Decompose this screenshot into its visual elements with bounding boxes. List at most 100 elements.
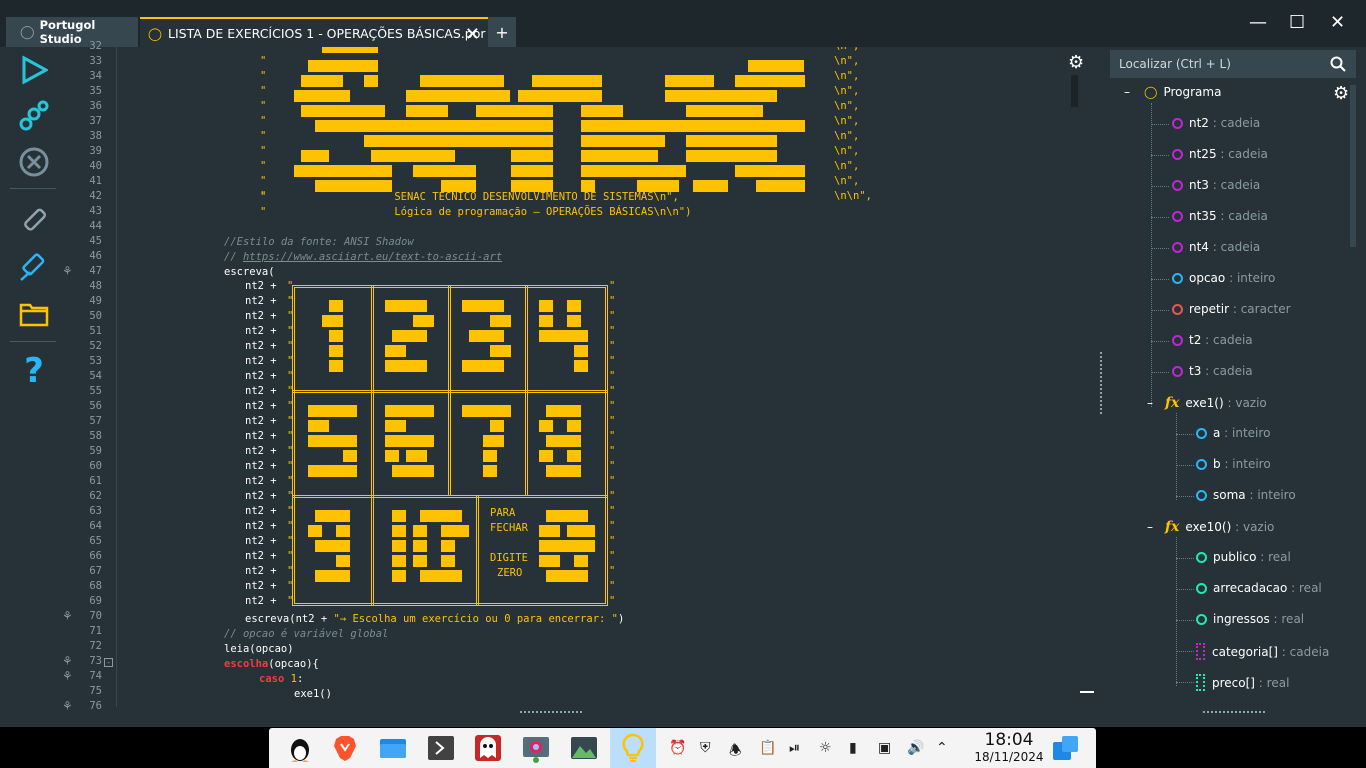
breakpoint-bug-icon[interactable]: ⚘ (62, 264, 73, 278)
vertical-splitter-handle[interactable] (1100, 352, 1102, 414)
linux-tux-icon[interactable] (285, 733, 315, 763)
new-tab-button[interactable]: + (488, 17, 516, 47)
step-button[interactable] (16, 98, 52, 134)
digit-art-block (539, 555, 560, 567)
breakpoint-bug-icon[interactable]: ⚘ (62, 609, 73, 623)
digit-art-block (406, 450, 427, 462)
outline-function[interactable]: – fx exe1() : vazio (1147, 395, 1267, 411)
left-toolbar: ? (0, 47, 60, 707)
clipboard-icon[interactable]: 📋 (759, 740, 776, 756)
outline-variable[interactable]: t2 : cadeia (1172, 333, 1253, 347)
item-separator: : (1225, 271, 1237, 285)
editor-settings-icon[interactable]: ⚙ (1068, 52, 1084, 73)
stop-icon (19, 147, 49, 177)
outline-splitter-handle[interactable] (1203, 711, 1265, 713)
line-number: 48 (89, 280, 102, 292)
outline-parameter[interactable]: publico : real (1196, 550, 1291, 564)
outline-variable[interactable]: nt2 : cadeia (1172, 116, 1260, 130)
usb-drive-icon[interactable]: ▮ (849, 740, 857, 756)
variable-icon (1172, 148, 1183, 160)
digit-art-block (462, 300, 504, 312)
banner-line-end: \n", (834, 130, 860, 142)
brightness-icon[interactable]: ☼ (819, 740, 832, 756)
screenshot-icon[interactable] (521, 733, 551, 763)
banner-art-block (665, 75, 714, 87)
shield-icon[interactable]: ⛨ (700, 740, 711, 756)
outline-variable[interactable]: repetir : caracter (1172, 302, 1291, 316)
network-icon[interactable]: ▣ (878, 740, 891, 756)
outline-variable[interactable]: t3 : cadeia (1172, 364, 1253, 378)
show-desktop-icon[interactable] (1051, 733, 1081, 763)
digit-art-block (490, 345, 511, 357)
outline-parameter[interactable]: soma : inteiro (1196, 488, 1296, 502)
outline-scrollbar[interactable] (1350, 85, 1356, 247)
line-number: 46 (89, 250, 102, 262)
terminal-icon[interactable] (426, 733, 456, 763)
maximize-button[interactable]: ☐ (1289, 12, 1305, 33)
tray-expand-icon[interactable]: ⌃ (936, 740, 948, 756)
breakpoint-bug-icon[interactable]: ⚘ (62, 654, 73, 668)
variable-icon (1196, 582, 1207, 594)
code-editor[interactable]: " \n", " \n", " \n", " \n", " \n", " \n", " \n", " \n",… (116, 47, 1076, 707)
fold-toggle-icon[interactable]: - (104, 658, 113, 667)
clock[interactable]: 18:04 18/11/2024 (969, 731, 1049, 765)
tab-file[interactable]: ◯ LISTA DE EXERCÍCIOS 1 - OPERAÇÕES BÁSI… (140, 17, 488, 47)
item-separator: : (1245, 488, 1258, 502)
outline-root[interactable]: – ◯ Programa (1124, 85, 1221, 99)
outline-parameter[interactable]: categoria[] : cadeia (1196, 643, 1329, 660)
line-number: 55 (89, 385, 102, 397)
breakpoint-bug-icon[interactable]: ⚘ (62, 669, 73, 683)
outline-variable[interactable]: opcao : inteiro (1172, 271, 1275, 285)
digit-art-block (308, 420, 329, 432)
outline-variable[interactable]: nt4 : cadeia (1172, 240, 1260, 254)
ascii-art-link[interactable]: https://www.asciiart.eu/text-to-ascii-ar… (243, 251, 502, 263)
outline-parameter[interactable]: ingressos : real (1196, 612, 1304, 626)
brush-button[interactable] (16, 202, 52, 238)
outline-settings-icon[interactable]: ⚙ (1333, 83, 1349, 104)
outline-variable[interactable]: nt35 : cadeia (1172, 209, 1268, 223)
pause-media-icon[interactable]: ⏯ (789, 740, 800, 756)
item-type: cadeia (1220, 116, 1261, 130)
run-button[interactable] (16, 52, 52, 88)
splitter-handle[interactable] (520, 711, 582, 713)
item-name: nt2 (1189, 116, 1209, 130)
digit-art-block (392, 555, 406, 567)
minimize-button[interactable]: — (1249, 12, 1267, 33)
outline-parameter[interactable]: preco[] : real (1196, 674, 1289, 691)
editor-scrollbar[interactable] (1071, 75, 1078, 107)
close-window-button[interactable]: ✕ (1330, 12, 1345, 33)
editor-minimize-icon[interactable] (1080, 691, 1094, 693)
nt2-prefix: nt2 + (245, 325, 283, 337)
outline-parameter[interactable]: arrecadacao : real (1196, 581, 1322, 595)
image-viewer-icon[interactable] (569, 733, 599, 763)
line-number: 40 (89, 160, 102, 172)
alarm-clock-icon[interactable]: ⏰ (669, 740, 686, 756)
ghost-app-icon[interactable] (473, 733, 503, 763)
outline-parameter[interactable]: a : inteiro (1196, 426, 1270, 440)
art-quote: " (609, 520, 616, 532)
file-manager-icon[interactable] (378, 733, 408, 763)
outline-search-input[interactable]: Localizar (Ctrl + L) (1110, 50, 1356, 78)
brave-browser-icon[interactable] (330, 733, 360, 763)
close-tab-icon[interactable]: ✕ (465, 24, 480, 45)
outline-variable[interactable]: nt25 : cadeia (1172, 147, 1268, 161)
banner-art-block (301, 105, 385, 117)
nt2-prefix: nt2 + (245, 460, 283, 472)
nt2-prefix: nt2 + (245, 550, 283, 562)
item-separator: : (1201, 333, 1214, 347)
digit-art-block (567, 315, 581, 327)
help-button[interactable]: ? (16, 351, 52, 391)
breakpoint-bug-icon[interactable]: ⚘ (62, 699, 73, 713)
volume-icon[interactable]: 🔊 (907, 740, 924, 756)
outline-variable[interactable]: nt3 : cadeia (1172, 178, 1260, 192)
notification-bell-icon[interactable]: 🕭 (729, 740, 742, 764)
portugol-studio-icon[interactable] (618, 733, 648, 763)
banner-art-block (364, 75, 378, 87)
outline-parameter[interactable]: b : inteiro (1196, 457, 1271, 471)
plugin-button[interactable] (16, 250, 52, 286)
outline-function[interactable]: – fx exe10() : vazio (1147, 519, 1274, 535)
digit-art-block (574, 360, 588, 372)
open-folder-button[interactable] (16, 296, 52, 332)
collapse-icon: – (1147, 520, 1153, 534)
stop-button[interactable] (16, 144, 52, 180)
